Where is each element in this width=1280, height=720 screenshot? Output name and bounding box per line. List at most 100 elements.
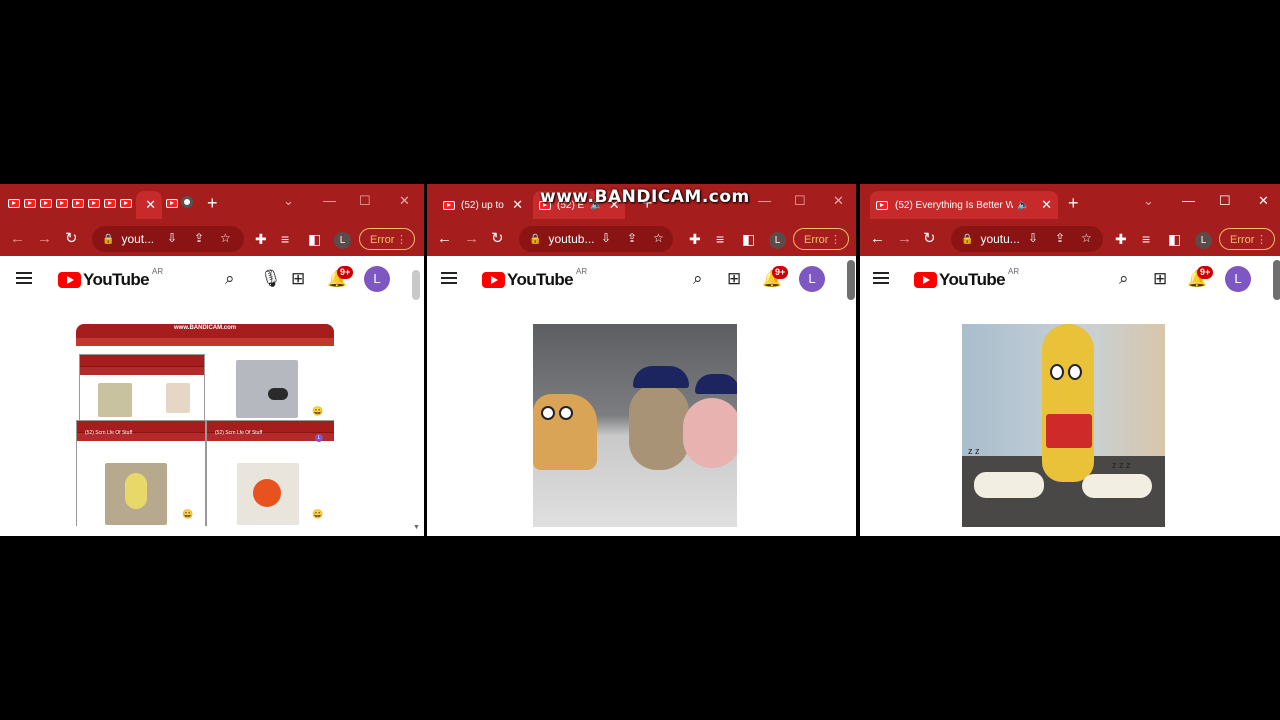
create-video-icon[interactable]: ⊞: [1153, 269, 1167, 289]
maximize-button[interactable]: ☐: [359, 193, 371, 209]
tab-search-icon[interactable]: ⌄: [1143, 193, 1154, 209]
forward-icon[interactable]: →: [464, 229, 479, 249]
reload-icon[interactable]: ↻: [923, 229, 936, 249]
forward-icon[interactable]: →: [897, 229, 912, 249]
profile-avatar[interactable]: L: [769, 232, 786, 249]
microphone-icon[interactable]: 🎙: [260, 269, 282, 289]
tab-0[interactable]: (52) Everything Is Better W 🔈 ✕: [870, 191, 1058, 219]
extensions-icon[interactable]: ✚: [1115, 229, 1127, 249]
back-icon[interactable]: ←: [10, 229, 25, 249]
chrome-icon[interactable]: [181, 196, 193, 208]
scrollbar-thumb[interactable]: [412, 270, 420, 300]
create-video-icon[interactable]: ⊞: [727, 269, 741, 289]
address-bar[interactable]: 🔒 youtub... ⇩ ⇪ ☆: [519, 226, 673, 252]
scrollbar-thumb[interactable]: [1273, 260, 1280, 300]
profile-avatar[interactable]: L: [334, 232, 351, 249]
minimize-button[interactable]: —: [323, 193, 336, 208]
youtube-logo[interactable]: YouTube AR: [482, 267, 587, 290]
account-avatar[interactable]: L: [799, 266, 825, 292]
menu-dots-icon[interactable]: ⋮: [1256, 229, 1267, 251]
reload-icon[interactable]: ↻: [65, 229, 78, 249]
new-tab-button[interactable]: +: [207, 194, 218, 212]
close-window-button[interactable]: ✕: [1258, 193, 1269, 209]
side-panel-icon[interactable]: ◧: [1168, 229, 1181, 249]
address-bar[interactable]: 🔒 youtu... ⇩ ⇪ ☆: [951, 226, 1103, 252]
youtube-logo[interactable]: YouTube AR: [58, 267, 163, 290]
youtube-tab-icon[interactable]: [72, 199, 84, 208]
youtube-tab-icon[interactable]: [8, 199, 20, 208]
logo-text: YouTube: [507, 270, 574, 289]
extensions-icon[interactable]: ✚: [255, 229, 267, 249]
install-icon[interactable]: ⇩: [601, 231, 611, 245]
youtube-tab-icon[interactable]: [88, 199, 100, 208]
address-bar[interactable]: 🔒 yout... ⇩ ⇪ ☆: [92, 226, 244, 252]
popcorn-characters: [1082, 474, 1152, 498]
youtube-tab-icon[interactable]: [56, 199, 68, 208]
search-icon[interactable]: ⌕: [225, 269, 235, 289]
search-icon[interactable]: ⌕: [693, 269, 703, 289]
share-icon[interactable]: ⇪: [194, 231, 204, 245]
bookmark-star-icon[interactable]: ☆: [653, 231, 664, 245]
reload-icon[interactable]: ↻: [491, 229, 504, 249]
hamburger-menu-icon[interactable]: [441, 272, 457, 284]
scrollbar-thumb[interactable]: [847, 260, 855, 300]
share-icon[interactable]: ⇪: [627, 231, 637, 245]
youtube-tab-icon[interactable]: [120, 199, 132, 208]
maximize-button[interactable]: ☐: [1219, 193, 1231, 209]
new-tab-button[interactable]: +: [1068, 194, 1079, 212]
back-icon[interactable]: ←: [437, 229, 452, 249]
hamburger-menu-icon[interactable]: [873, 272, 889, 284]
create-video-icon[interactable]: ⊞: [291, 269, 305, 289]
back-icon[interactable]: ←: [870, 229, 885, 249]
close-window-button[interactable]: ✕: [833, 193, 844, 209]
maximize-button[interactable]: ☐: [794, 193, 806, 209]
scroll-down-icon[interactable]: ▼: [413, 524, 420, 531]
youtube-tab-icon[interactable]: [104, 199, 116, 208]
close-icon[interactable]: ✕: [1035, 197, 1052, 213]
lock-icon: 🔒: [961, 233, 974, 245]
youtube-logo[interactable]: YouTube AR: [914, 267, 1019, 290]
video-thumbnail[interactable]: [533, 324, 737, 527]
tab-search-icon[interactable]: ⌄: [283, 193, 294, 209]
account-avatar[interactable]: L: [364, 266, 390, 292]
forward-icon[interactable]: →: [37, 229, 52, 249]
bookmark-star-icon[interactable]: ☆: [1081, 231, 1092, 245]
speaker-icon[interactable]: 🔈: [1017, 200, 1029, 211]
extensions-icon[interactable]: ✚: [689, 229, 701, 249]
close-window-button[interactable]: ✕: [399, 193, 410, 209]
error-label: Error: [370, 234, 395, 246]
error-button[interactable]: Error ⋮: [359, 228, 415, 250]
video-thumbnail[interactable]: z z z z z: [962, 324, 1165, 527]
notification-badge: 9+: [772, 266, 789, 279]
youtube-tab-icon[interactable]: [40, 199, 52, 208]
tab-title: (52) up to: [461, 199, 504, 211]
youtube-tab-icon[interactable]: [24, 199, 36, 208]
menu-dots-icon[interactable]: ⋮: [830, 229, 841, 251]
search-icon[interactable]: ⌕: [1119, 269, 1129, 289]
hamburger-menu-icon[interactable]: [16, 272, 32, 284]
minimize-button[interactable]: —: [758, 193, 771, 208]
side-panel-icon[interactable]: ◧: [308, 229, 321, 249]
close-icon[interactable]: ✕: [506, 197, 523, 213]
bookmark-star-icon[interactable]: ☆: [220, 231, 231, 245]
tab-0[interactable]: (52) up to ✕: [437, 191, 529, 219]
youtube-tab-icon[interactable]: [166, 199, 178, 208]
install-icon[interactable]: ⇩: [167, 231, 177, 245]
side-panel-icon[interactable]: ◧: [742, 229, 755, 249]
reading-list-icon[interactable]: ≡: [281, 229, 289, 249]
profile-avatar[interactable]: L: [1195, 232, 1212, 249]
error-button[interactable]: Error ⋮: [793, 228, 849, 250]
menu-dots-icon[interactable]: ⋮: [396, 229, 407, 251]
close-icon[interactable]: ✕: [143, 197, 156, 213]
reading-list-icon[interactable]: ≡: [1142, 229, 1150, 249]
reading-list-icon[interactable]: ≡: [716, 229, 724, 249]
install-icon[interactable]: ⇩: [1028, 231, 1038, 245]
share-icon[interactable]: ⇪: [1055, 231, 1065, 245]
minimize-button[interactable]: —: [1182, 193, 1195, 208]
error-button[interactable]: Error ⋮: [1219, 228, 1275, 250]
active-tab[interactable]: ✕: [136, 191, 162, 219]
police-hat-icon: [695, 374, 737, 394]
account-avatar[interactable]: L: [1225, 266, 1251, 292]
video-thumbnail[interactable]: www.BANDICAM.com 😀 (52) Scrn Lfe Of Stuf…: [76, 324, 334, 526]
eye-icon: [1068, 364, 1082, 380]
